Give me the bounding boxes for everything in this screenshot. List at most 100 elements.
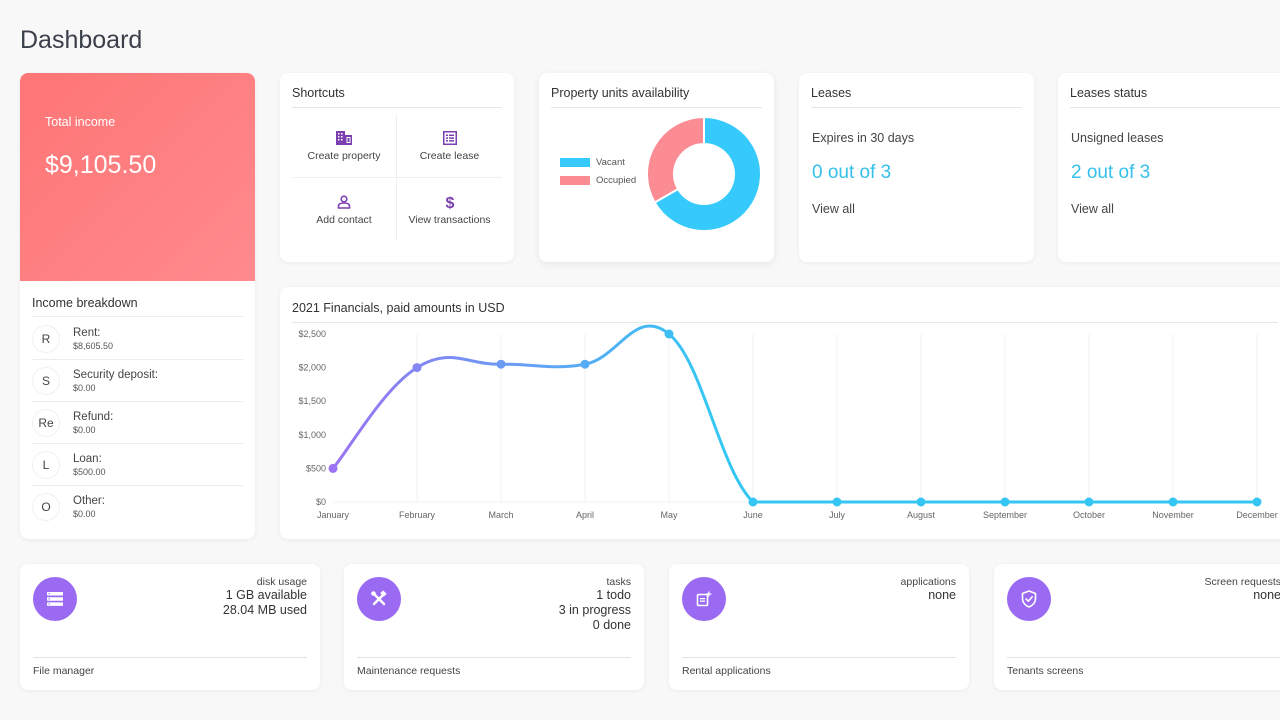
property-units-title: Property units availability [551, 86, 762, 108]
data-point-november[interactable] [1168, 497, 1178, 507]
breakdown-label: Refund: [73, 410, 114, 423]
create-property-button[interactable]: Create property [292, 115, 397, 178]
x-tick-label: October [1073, 510, 1105, 520]
legend-item-vacant[interactable]: Vacant [560, 157, 636, 168]
info-caption: applications [900, 576, 956, 588]
shortcut-grid: Create property Create lease Add contact… [292, 115, 502, 241]
dollar-icon: $ [442, 194, 458, 210]
legend-item-occupied[interactable]: Occupied [560, 175, 636, 186]
shortcut-label: View transactions [408, 213, 491, 226]
y-tick-label: $2,500 [298, 329, 326, 339]
legend-swatch-vacant [560, 158, 590, 167]
avatar: S [32, 366, 60, 395]
x-tick-label: August [907, 510, 936, 520]
tenants-screens-link[interactable]: Tenants screens [1007, 657, 1280, 677]
info-caption: tasks [606, 576, 631, 588]
leases-status-card: Leases status Unsigned leases 2 out of 3… [1058, 73, 1280, 262]
leases-status-title: Leases status [1070, 86, 1280, 108]
income-card: Total income $9,105.50 Income breakdown … [20, 73, 255, 539]
breakdown-label: Other: [73, 495, 105, 507]
leases-title: Leases [811, 86, 1022, 108]
x-tick-label: April [576, 510, 594, 520]
shortcut-label: Create lease [419, 150, 480, 162]
create-lease-button[interactable]: Create lease [397, 115, 502, 178]
add-contact-button[interactable]: Add contact [292, 178, 397, 241]
x-tick-label: February [399, 510, 436, 520]
income-breakdown-list: R Rent: $8,605.50 S Security deposit: $0.0… [32, 318, 243, 528]
avatar: R [32, 324, 60, 353]
breakdown-value: $0.00 [73, 509, 96, 519]
unsigned-leases-count: 2 out of 3 [1071, 162, 1151, 183]
tenants-screens-card[interactable]: Screen requests none Tenants screens [994, 564, 1280, 690]
breakdown-item-rent: R Rent: $8,605.50 [32, 318, 243, 360]
donut-slice-occupied[interactable] [646, 115, 705, 204]
info-caption: Screen requests [1204, 576, 1280, 588]
avatar: O [32, 493, 60, 521]
y-tick-label: $1,500 [298, 396, 326, 406]
leases-card: Leases Expires in 30 days 0 out of 3 Vie… [799, 73, 1034, 262]
breakdown-item-loan: L Loan: $500.00 [32, 444, 243, 486]
list-document-icon [442, 130, 458, 146]
maintenance-card[interactable]: tasks 1 todo 3 in progress 0 done Mainte… [344, 564, 644, 690]
breakdown-item-security-deposit: S Security deposit: $0.00 [32, 360, 243, 402]
maintenance-requests-link[interactable]: Maintenance requests [357, 657, 631, 677]
server-list-icon [33, 577, 77, 621]
avatar: Re [32, 408, 60, 437]
x-tick-label: December [1236, 510, 1278, 520]
breakdown-value: $0.00 [73, 424, 96, 435]
total-income-panel: Total income $9,105.50 [20, 73, 255, 281]
total-income-label: Total income [45, 115, 116, 129]
tools-icon [357, 577, 401, 621]
info-line: 1 GB available [225, 588, 307, 602]
data-point-october[interactable] [1084, 497, 1094, 507]
y-tick-label: $0 [316, 497, 326, 507]
file-manager-link[interactable]: File manager [33, 657, 307, 677]
financials-line-chart: $0 $500 $1,000 $1,500 $2,000 $2,500 January Feb… [298, 324, 1278, 520]
person-icon [336, 194, 352, 210]
rental-applications-link[interactable]: Rental applications [682, 657, 956, 677]
x-tick-label: September [983, 510, 1027, 520]
data-point-february[interactable] [412, 363, 422, 373]
svg-text:$: $ [445, 195, 454, 210]
applications-info: applications none [901, 576, 956, 603]
breakdown-label: Rent: [73, 326, 101, 339]
rental-applications-card[interactable]: applications none Rental applications [669, 564, 969, 690]
view-transactions-button[interactable]: $ View transactions [397, 178, 502, 241]
leases-subtitle: Expires in 30 days [812, 131, 915, 145]
disk-usage-info: disk usage 1 GB available 28.04 MB used [223, 576, 307, 618]
income-breakdown-title: Income breakdown [32, 296, 243, 317]
leases-status-view-all-link[interactable]: View all [1071, 202, 1114, 216]
breakdown-item-refund: Re Refund: $0.00 [32, 402, 243, 444]
data-point-september[interactable] [1000, 497, 1010, 507]
info-line: 28.04 MB used [222, 603, 307, 617]
breakdown-value: $500.00 [73, 466, 106, 477]
data-point-january[interactable] [328, 463, 338, 473]
shortcuts-card: Shortcuts Create property Create lease A… [280, 73, 514, 262]
info-line: 0 done [592, 618, 631, 632]
breakdown-label: Security deposit: [73, 368, 159, 381]
data-point-december[interactable] [1252, 497, 1262, 507]
shortcut-label: Add contact [316, 213, 372, 226]
data-point-may[interactable] [664, 329, 674, 339]
data-point-august[interactable] [916, 497, 926, 507]
page-title: Dashboard [20, 26, 143, 54]
data-point-june[interactable] [748, 497, 758, 507]
shield-check-icon [1007, 577, 1051, 621]
y-tick-label: $2,000 [298, 363, 326, 373]
info-line: 1 todo [596, 588, 631, 602]
file-manager-card[interactable]: disk usage 1 GB available 28.04 MB used … [20, 564, 320, 690]
leases-view-all-link[interactable]: View all [812, 202, 855, 216]
data-point-april[interactable] [580, 359, 590, 369]
application-add-icon [682, 577, 726, 621]
y-tick-label: $500 [306, 463, 326, 473]
info-line: none [1253, 588, 1280, 602]
tasks-info: tasks 1 todo 3 in progress 0 done [559, 576, 631, 633]
info-caption: disk usage [256, 576, 307, 588]
data-point-july[interactable] [832, 497, 842, 507]
leases-expiring-count: 0 out of 3 [812, 162, 892, 183]
screen-requests-info: Screen requests none [1205, 576, 1280, 603]
data-point-march[interactable] [496, 359, 506, 369]
info-line: none [928, 588, 956, 602]
breakdown-item-other: O Other: $0.00 [32, 486, 243, 528]
x-tick-label: June [743, 510, 763, 520]
